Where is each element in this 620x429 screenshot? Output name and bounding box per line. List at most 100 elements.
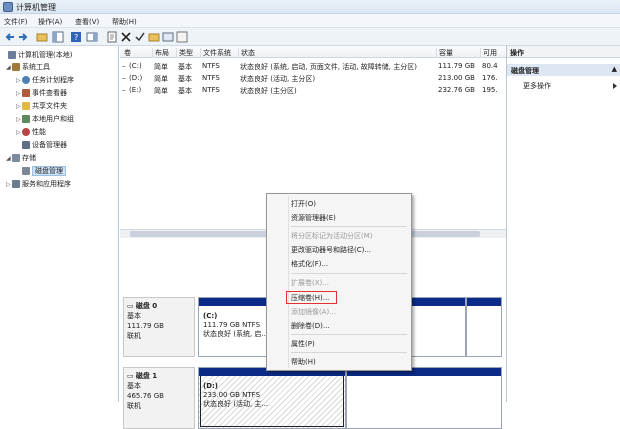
- menu-item-explorer[interactable]: 资源管理器(E): [291, 213, 336, 223]
- menu-action[interactable]: 操作(A): [38, 17, 62, 27]
- disk-name: 磁盘 0: [135, 302, 158, 310]
- menu-file[interactable]: 文件(F): [4, 17, 28, 27]
- tree-item-label: 任务计划程序: [32, 76, 74, 84]
- volume-capacity: 213.00 GB: [438, 74, 475, 82]
- shrink-volume-highlight-box: [286, 291, 337, 304]
- volume-fs: NTFS: [202, 86, 220, 94]
- menu-view[interactable]: 查看(V): [75, 17, 99, 27]
- users-icon: [22, 115, 30, 123]
- console-tree: 计算机管理(本地) ◢ 系统工具 ▷ 任务计划程序 ▷ 事件查看器 ▷ 共享文件夹 ▷ 本…: [0, 46, 119, 402]
- menu-separator: [291, 334, 407, 335]
- volume-layout: 简单: [154, 75, 168, 83]
- collapse-icon[interactable]: ▲: [612, 65, 617, 73]
- menu-item-add-mirror: 添加镜像(A)...: [291, 308, 336, 316]
- menu-item-help[interactable]: 帮助(H): [291, 357, 316, 367]
- tree-item-disk-management[interactable]: 磁盘管理: [16, 166, 66, 176]
- menu-separator: [291, 352, 407, 353]
- tree-item-device-manager[interactable]: 设备管理器: [16, 140, 67, 150]
- menu-item-change-drive-letter[interactable]: 更改驱动器号和路径(C)...: [291, 245, 371, 255]
- tree-item-label: 设备管理器: [32, 141, 67, 149]
- disk-type: 基本: [127, 312, 141, 320]
- computer-icon: [8, 51, 16, 59]
- tree-item-storage[interactable]: ◢ 存储: [6, 153, 36, 163]
- column-status[interactable]: 状态: [238, 48, 436, 58]
- delete-icon[interactable]: [120, 31, 132, 43]
- volume-row-d[interactable]: – (D:) 简单 基本 NTFS 状态良好 (活动, 主分区) 213.00 …: [120, 73, 506, 83]
- performance-icon: [22, 128, 30, 136]
- tree-item-shared-folders[interactable]: ▷ 共享文件夹: [16, 101, 67, 111]
- volume-capacity: 232.76 GB: [438, 86, 475, 94]
- show-hide-pane-icon[interactable]: [86, 31, 98, 43]
- back-icon[interactable]: [4, 31, 16, 43]
- volume-status: 状态良好 (主分区): [240, 87, 297, 95]
- volume-list-header: 卷 布局 类型 文件系统 状态 容量 可用: [120, 46, 506, 58]
- tree-item-system-tools[interactable]: ◢ 系统工具: [6, 62, 50, 72]
- volume-type: 基本: [178, 87, 192, 95]
- tree-item-task-scheduler[interactable]: ▷ 任务计划程序: [16, 75, 74, 85]
- partition-e[interactable]: [346, 367, 502, 429]
- forward-icon[interactable]: [17, 31, 29, 43]
- menu-help[interactable]: 帮助(H): [112, 17, 137, 27]
- volume-drive-icon: –: [122, 74, 126, 82]
- tree-item-label: 计算机管理(本地): [18, 51, 73, 59]
- refresh-icon[interactable]: [176, 31, 188, 43]
- volume-row-e[interactable]: – (E:) 简单 基本 NTFS 状态良好 (主分区) 232.76 GB 1…: [120, 85, 506, 95]
- services-icon: [12, 180, 20, 188]
- title-bar: 计算机管理: [0, 0, 620, 14]
- menu-item-properties[interactable]: 属性(P): [291, 339, 315, 349]
- partition-size: 233.00 GB NTFS: [203, 391, 261, 399]
- tree-item-event-viewer[interactable]: ▷ 事件查看器: [16, 88, 67, 98]
- console-tree-icon[interactable]: [52, 31, 64, 43]
- help-icon[interactable]: ?: [70, 31, 82, 43]
- actions-section-disk-management[interactable]: 磁盘管理 ▲: [507, 64, 620, 76]
- menu-item-open[interactable]: 打开(O): [291, 199, 316, 209]
- menu-item-delete-volume[interactable]: 删除卷(D)...: [291, 321, 330, 331]
- partition-d[interactable]: (D:) 233.00 GB NTFS 状态良好 (活动, 主...: [198, 367, 346, 429]
- volume-free: 80.4: [482, 62, 498, 70]
- menu-separator: [291, 226, 407, 227]
- disk-0-label[interactable]: ▭ 磁盘 0 基本 111.79 GB 联机: [123, 297, 195, 357]
- storage-icon: [12, 154, 20, 162]
- volume-drive-icon: –: [122, 86, 126, 94]
- menu-item-mark-active: 将分区标记为活动分区(M): [291, 232, 373, 240]
- more-actions-link[interactable]: 更多操作: [523, 81, 551, 91]
- volume-capacity: 111.79 GB: [438, 62, 475, 70]
- properties-icon[interactable]: [106, 31, 118, 43]
- event-icon: [22, 89, 30, 97]
- column-type[interactable]: 类型: [176, 48, 200, 58]
- menu-item-format[interactable]: 格式化(F)...: [291, 259, 328, 269]
- partition-status: 状态良好 (活动, 主...: [203, 400, 269, 408]
- up-folder-icon[interactable]: [36, 31, 48, 43]
- tree-item-computer-management[interactable]: 计算机管理(本地): [2, 50, 72, 60]
- computer-management-icon: [3, 2, 13, 12]
- tree-item-label: 本地用户和组: [32, 115, 74, 123]
- tree-item-performance[interactable]: ▷ 性能: [16, 127, 46, 137]
- clock-icon: [22, 76, 30, 84]
- actions-section-label: 磁盘管理: [511, 67, 539, 75]
- tree-item-label: 服务和应用程序: [22, 180, 71, 188]
- disk-1-label[interactable]: ▭ 磁盘 1 基本 465.76 GB 联机: [123, 367, 195, 429]
- volume-status: 状态良好 (活动, 主分区): [240, 75, 316, 83]
- column-capacity[interactable]: 容量: [436, 48, 480, 58]
- toolbar: ?: [0, 28, 620, 46]
- disk-type: 基本: [127, 382, 141, 390]
- tree-item-services-apps[interactable]: ▷ 服务和应用程序: [6, 179, 71, 189]
- column-volume[interactable]: 卷: [122, 48, 152, 58]
- disk-size: 111.79 GB: [127, 322, 164, 330]
- volume-free: 195.: [482, 86, 498, 94]
- actions-pane: 操作 磁盘管理 ▲ 更多操作: [506, 46, 620, 402]
- disk-icon: [22, 167, 30, 175]
- column-layout[interactable]: 布局: [152, 48, 176, 58]
- check-icon[interactable]: [134, 31, 146, 43]
- volume-row-c[interactable]: – (C:) 简单 基本 NTFS 状态良好 (系统, 启动, 页面文件, 活动…: [120, 61, 506, 71]
- column-filesystem[interactable]: 文件系统: [200, 48, 238, 58]
- column-free[interactable]: 可用: [480, 48, 506, 58]
- disk-icon: ▭: [127, 302, 136, 310]
- partition-c-tail[interactable]: [466, 297, 502, 357]
- volume-type: 基本: [178, 75, 192, 83]
- submenu-arrow-icon: [613, 83, 617, 89]
- new-window-icon[interactable]: [162, 31, 174, 43]
- tree-item-local-users[interactable]: ▷ 本地用户和组: [16, 114, 74, 124]
- volume-type: 基本: [178, 63, 192, 71]
- open-folder-icon[interactable]: [148, 31, 160, 43]
